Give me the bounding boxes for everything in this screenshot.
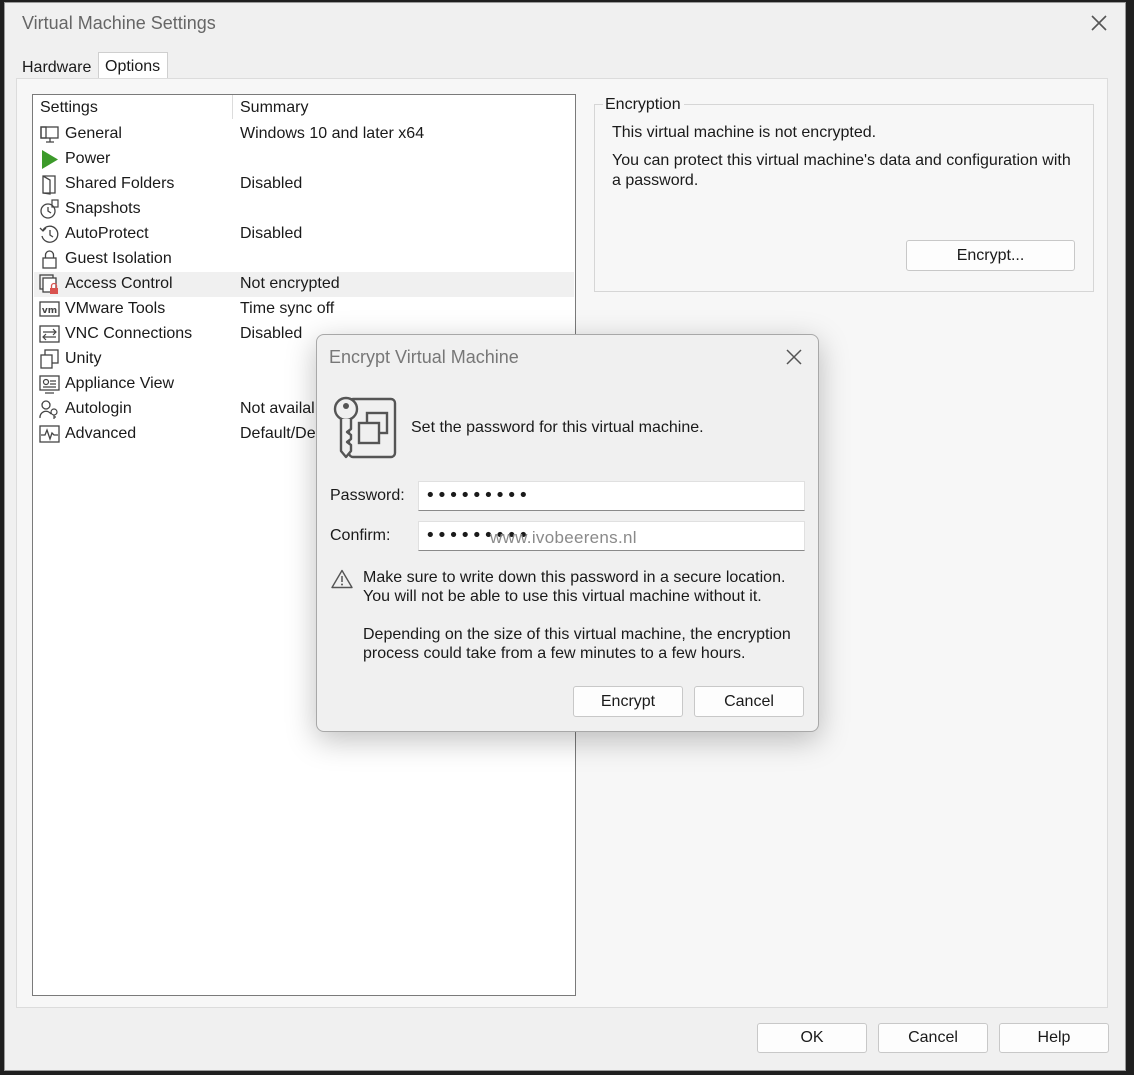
dialog-encrypt-button[interactable]: Encrypt (573, 686, 683, 717)
settings-row-snapshots[interactable]: Snapshots (34, 197, 574, 222)
encrypt-button[interactable]: Encrypt... (906, 240, 1075, 271)
unity-icon (40, 349, 59, 369)
dialog-title: Encrypt Virtual Machine (329, 347, 519, 367)
svg-text:vm: vm (42, 306, 57, 316)
help-button[interactable]: Help (999, 1023, 1109, 1053)
column-header-summary[interactable]: Summary (240, 99, 308, 117)
snapshots-icon (40, 199, 59, 219)
power-icon (42, 150, 58, 169)
vmware-tools-icon: vm (39, 301, 60, 317)
row-name: VMware Tools (65, 300, 166, 317)
row-summary: Not availal (240, 400, 315, 417)
row-summary: Disabled (240, 225, 303, 242)
row-name: Shared Folders (65, 175, 175, 192)
row-name: VNC Connections (65, 325, 193, 342)
close-icon[interactable] (1087, 11, 1111, 35)
autologin-icon (39, 400, 58, 419)
row-name: Snapshots (65, 200, 141, 217)
row-name: Unity (65, 350, 102, 367)
warning-text-1: Make sure to write down this password in… (363, 569, 786, 605)
row-summary: Windows 10 and later x64 (240, 125, 425, 142)
general-icon (40, 126, 59, 143)
cancel-button[interactable]: Cancel (878, 1023, 988, 1053)
lock-icon (42, 250, 57, 269)
row-summary: Default/De (240, 425, 316, 442)
window-title: Virtual Machine Settings (22, 13, 216, 33)
settings-row-vmware-tools[interactable]: vm VMware Tools Time sync off (34, 297, 574, 322)
settings-row-power[interactable]: Power (34, 147, 574, 172)
autoprotect-icon (39, 225, 59, 243)
encryption-description: You can protect this virtual machine's d… (612, 152, 1071, 189)
dialog-prompt: Set the password for this virtual machin… (411, 419, 704, 436)
list-header: Settings Summary (33, 95, 575, 121)
appliance-view-icon (39, 375, 60, 394)
tab-options[interactable]: Options (98, 52, 168, 79)
warning-text-2: Depending on the size of this virtual ma… (363, 626, 791, 662)
ok-button[interactable]: OK (757, 1023, 867, 1053)
row-name: Appliance View (65, 375, 175, 392)
key-vm-icon (333, 396, 397, 459)
password-field[interactable]: ••••••••• (418, 481, 805, 511)
settings-row-autoprotect[interactable]: AutoProtect Disabled (34, 222, 574, 247)
settings-row-general[interactable]: General Windows 10 and later x64 (34, 122, 574, 147)
row-name: Guest Isolation (65, 250, 172, 267)
row-summary: Disabled (240, 325, 303, 342)
row-name: Access Control (65, 275, 173, 292)
advanced-icon (39, 425, 60, 443)
row-summary: Disabled (240, 175, 303, 192)
access-control-icon (39, 274, 58, 294)
row-summary: Not encrypted (240, 275, 340, 292)
row-name: Advanced (65, 425, 137, 442)
warning-icon (331, 569, 353, 589)
vnc-icon (39, 325, 60, 343)
settings-row-shared-folders[interactable]: Shared Folders Disabled (34, 172, 574, 197)
settings-row-access-control[interactable]: Access Control Not encrypted (34, 272, 574, 297)
row-name: Power (65, 150, 111, 167)
watermark: www.ivobeerens.nl (490, 528, 637, 547)
tab-hardware[interactable]: Hardware (16, 54, 98, 81)
row-name: General (65, 125, 122, 142)
row-name: AutoProtect (65, 225, 149, 242)
confirm-label: Confirm: (330, 527, 391, 544)
column-divider[interactable] (232, 95, 233, 119)
encryption-legend: Encryption (603, 96, 684, 114)
shared-folders-icon (42, 175, 56, 195)
encryption-status: This virtual machine is not encrypted. (612, 124, 877, 141)
title-bar: Virtual Machine Settings (5, 3, 1125, 45)
settings-row-guest-isolation[interactable]: Guest Isolation (34, 247, 574, 272)
column-header-settings[interactable]: Settings (40, 99, 98, 117)
dialog-cancel-button[interactable]: Cancel (694, 686, 804, 717)
dialog-close-icon[interactable] (784, 347, 804, 367)
password-label: Password: (330, 487, 405, 504)
row-summary: Time sync off (240, 300, 335, 317)
row-name: Autologin (65, 400, 132, 417)
